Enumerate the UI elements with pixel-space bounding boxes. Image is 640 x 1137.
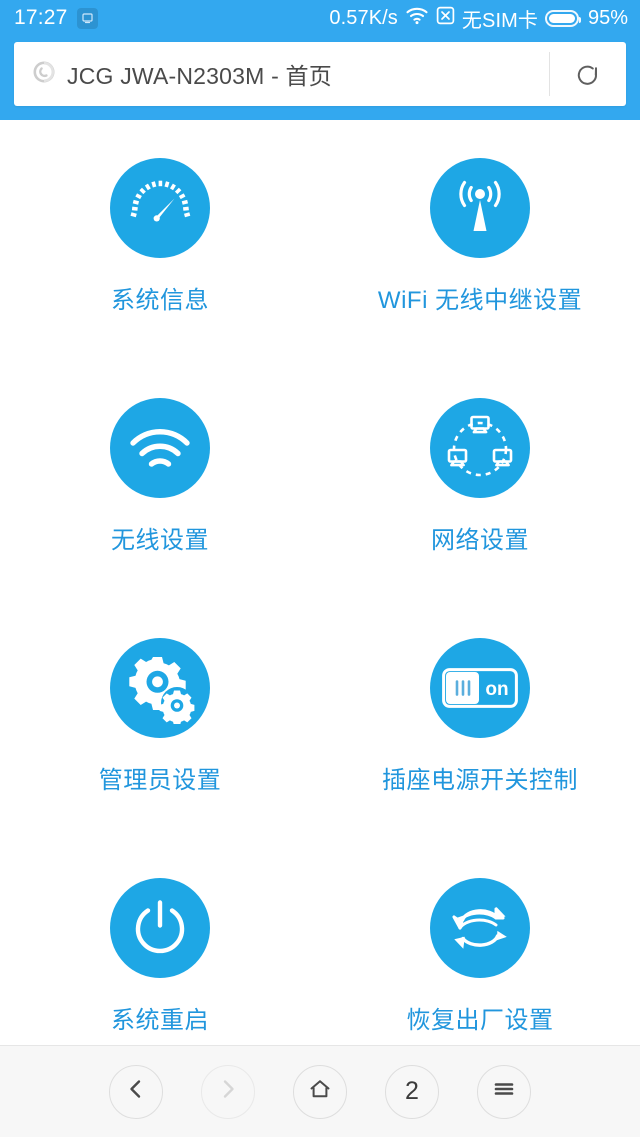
gears-icon: [110, 638, 210, 738]
tile-system-info[interactable]: 系统信息: [0, 158, 320, 398]
back-button[interactable]: [109, 1064, 163, 1119]
address-bar-container: JCG JWA-N2303M - 首页: [0, 36, 640, 120]
tab-count-button[interactable]: 2: [385, 1064, 439, 1119]
tile-wireless-settings[interactable]: 无线设置: [0, 398, 320, 638]
chevron-right-icon: [217, 1078, 239, 1105]
battery-icon: [544, 9, 581, 27]
signal-off-icon: [436, 6, 455, 30]
status-bar-right: 0.57K/s 无SIM卡 95%: [329, 4, 628, 33]
sim-status: 无SIM卡: [461, 9, 538, 32]
tile-label: 管理员设置: [98, 767, 222, 794]
toggle-on-text: on: [485, 679, 508, 700]
tile-label: 插座电源开关控制: [382, 767, 578, 794]
home-button[interactable]: [293, 1064, 347, 1119]
page-loading-icon: [32, 60, 56, 89]
tile-label: 恢复出厂设置: [406, 1007, 554, 1034]
tile-label: WiFi 无线中继设置: [377, 287, 583, 314]
network-topology-icon: [430, 398, 530, 498]
url-input[interactable]: JCG JWA-N2303M - 首页: [14, 42, 549, 106]
hamburger-menu-icon: [492, 1077, 516, 1106]
home-icon: [308, 1077, 332, 1106]
tile-label: 系统信息: [111, 287, 209, 314]
broadcast-tower-icon: [430, 158, 530, 258]
address-bar[interactable]: JCG JWA-N2303M - 首页: [14, 42, 626, 106]
main-content: 系统信息 WiFi 无线中继设置 无线设置 网络设置 管理员设置 on 插座电源…: [0, 120, 640, 1045]
gauge-icon: [110, 158, 210, 258]
chevron-left-icon: [125, 1078, 147, 1105]
tile-admin-settings[interactable]: 管理员设置: [0, 638, 320, 878]
tile-socket-power-switch[interactable]: on 插座电源开关控制: [320, 638, 640, 878]
wifi-icon: [405, 6, 429, 30]
battery-percent: 95%: [587, 6, 628, 29]
power-icon: [110, 878, 210, 978]
toggle-switch-icon: on: [430, 638, 530, 738]
restore-arrows-icon: [430, 878, 530, 978]
notification-app-icon: [76, 7, 98, 29]
tile-label: 网络设置: [431, 527, 529, 554]
status-bar-left: 17:27: [14, 6, 98, 30]
menu-button[interactable]: [477, 1064, 531, 1119]
wifi-signal-icon: [110, 398, 210, 498]
tile-label: 无线设置: [111, 527, 209, 554]
tab-count-label: 2: [405, 1077, 419, 1105]
network-speed: 0.57K/s: [329, 6, 398, 29]
menu-grid: 系统信息 WiFi 无线中继设置 无线设置 网络设置 管理员设置 on 插座电源…: [0, 158, 640, 1118]
forward-button[interactable]: [201, 1064, 255, 1119]
url-text: JCG JWA-N2303M - 首页: [67, 63, 332, 89]
status-time: 17:27: [14, 6, 68, 29]
browser-bottom-nav: 2: [0, 1045, 640, 1137]
tile-wifi-relay-settings[interactable]: WiFi 无线中继设置: [320, 158, 640, 398]
tile-label: 系统重启: [111, 1007, 209, 1034]
status-bar: 17:27 0.57K/s 无SIM卡 95%: [0, 0, 640, 36]
reload-icon[interactable]: [550, 42, 626, 106]
tile-network-settings[interactable]: 网络设置: [320, 398, 640, 638]
